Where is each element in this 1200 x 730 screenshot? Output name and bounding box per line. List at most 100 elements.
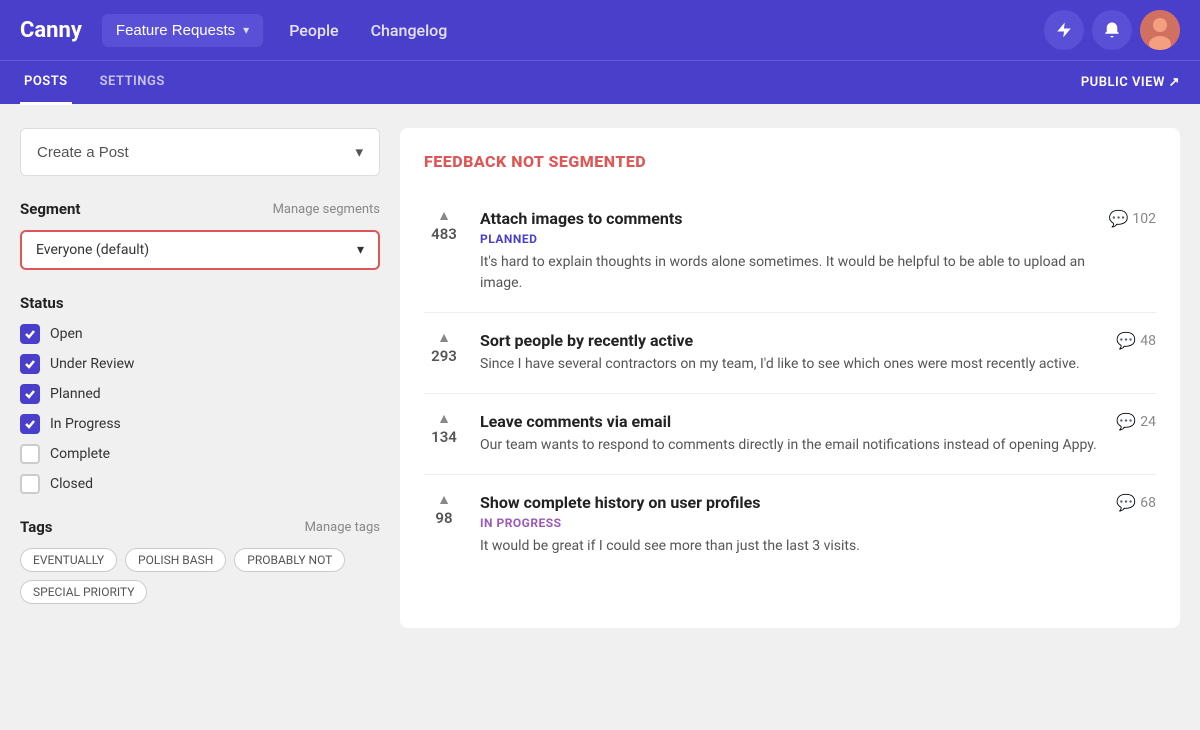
sidebar: Create a Post ▾ Segment Manage segments … — [20, 128, 380, 628]
comment-icon: 💬 — [1108, 209, 1128, 228]
post-item[interactable]: ▲ 98 Show complete history on user profi… — [424, 475, 1156, 575]
lightning-icon-button[interactable] — [1044, 10, 1084, 50]
panel-title: FEEDBACK NOT SEGMENTED — [424, 152, 1156, 171]
segment-chevron-icon: ▾ — [357, 242, 364, 258]
top-nav: Canny Feature Requests ▾ People Changelo… — [0, 0, 1200, 60]
post-item[interactable]: ▲ 483 Attach images to comments PLANNED … — [424, 191, 1156, 313]
status-title: Status — [20, 294, 380, 312]
comment-count: 68 — [1140, 495, 1156, 511]
comment-icon: 💬 — [1116, 331, 1136, 350]
chevron-down-icon: ▾ — [243, 23, 249, 37]
post-body: Attach images to comments PLANNED It's h… — [480, 209, 1092, 294]
app-logo: Canny — [20, 18, 82, 43]
post-description: Our team wants to respond to comments di… — [480, 435, 1100, 456]
upvote-arrow-icon[interactable]: ▲ — [437, 331, 451, 345]
feature-requests-button[interactable]: Feature Requests ▾ — [102, 14, 263, 47]
post-body: Show complete history on user profiles I… — [480, 493, 1100, 557]
vote-block: ▲ 98 — [424, 493, 464, 527]
segment-select[interactable]: Everyone (default) ▾ — [20, 230, 380, 270]
tags-header: Tags Manage tags — [20, 518, 380, 536]
comment-count: 102 — [1132, 211, 1156, 227]
upvote-arrow-icon[interactable]: ▲ — [437, 412, 451, 426]
status-under-review-checkbox[interactable] — [20, 354, 40, 374]
post-description: It would be great if I could see more th… — [480, 536, 1100, 557]
segment-selected-value: Everyone (default) — [36, 242, 149, 258]
status-closed-checkbox[interactable] — [20, 474, 40, 494]
post-description: Since I have several contractors on my t… — [480, 354, 1100, 375]
comment-count: 48 — [1140, 333, 1156, 349]
vote-count: 293 — [431, 347, 457, 365]
vote-count: 483 — [431, 225, 457, 243]
create-post-chevron-icon: ▾ — [355, 143, 363, 161]
post-comments: 💬 68 — [1116, 493, 1156, 512]
post-comments: 💬 24 — [1116, 412, 1156, 431]
tags-section: Tags Manage tags EVENTUALLY POLISH BASH … — [20, 518, 380, 604]
feature-requests-label: Feature Requests — [116, 22, 235, 39]
vote-block: ▲ 483 — [424, 209, 464, 243]
status-closed-row: Closed — [20, 474, 380, 494]
status-open-row: Open — [20, 324, 380, 344]
manage-tags-link[interactable]: Manage tags — [305, 520, 380, 535]
status-under-review-label: Under Review — [50, 356, 134, 372]
post-body: Sort people by recently active Since I h… — [480, 331, 1100, 375]
tags-title: Tags — [20, 518, 53, 536]
segment-title: Segment — [20, 200, 80, 218]
status-complete-row: Complete — [20, 444, 380, 464]
tags-list: EVENTUALLY POLISH BASH PROBABLY NOT SPEC… — [20, 548, 380, 604]
post-title: Show complete history on user profiles — [480, 493, 1100, 512]
main-content: Create a Post ▾ Segment Manage segments … — [0, 104, 1200, 652]
post-title: Leave comments via email — [480, 412, 1100, 431]
sub-nav: POSTS SETTINGS PUBLIC VIEW ↗ — [0, 60, 1200, 104]
avatar-image — [1140, 10, 1180, 50]
post-status: PLANNED — [480, 232, 1092, 246]
manage-segments-link[interactable]: Manage segments — [273, 202, 380, 217]
comment-icon: 💬 — [1116, 412, 1136, 431]
status-open-label: Open — [50, 326, 83, 342]
status-in-progress-label: In Progress — [50, 416, 121, 432]
create-post-button[interactable]: Create a Post ▾ — [20, 128, 380, 176]
status-open-checkbox[interactable] — [20, 324, 40, 344]
status-under-review-row: Under Review — [20, 354, 380, 374]
post-title: Attach images to comments — [480, 209, 1092, 228]
user-avatar[interactable] — [1140, 10, 1180, 50]
tag-polish-bash[interactable]: POLISH BASH — [125, 548, 226, 572]
changelog-nav-link[interactable]: Changelog — [355, 21, 464, 40]
status-in-progress-row: In Progress — [20, 414, 380, 434]
post-body: Leave comments via email Our team wants … — [480, 412, 1100, 456]
post-title: Sort people by recently active — [480, 331, 1100, 350]
status-planned-label: Planned — [50, 386, 101, 402]
settings-tab[interactable]: SETTINGS — [96, 61, 169, 105]
vote-block: ▲ 293 — [424, 331, 464, 365]
post-item[interactable]: ▲ 293 Sort people by recently active Sin… — [424, 313, 1156, 394]
create-post-label: Create a Post — [37, 144, 129, 161]
status-in-progress-checkbox[interactable] — [20, 414, 40, 434]
tag-eventually[interactable]: EVENTUALLY — [20, 548, 117, 572]
segment-section-header: Segment Manage segments — [20, 200, 380, 218]
status-section: Status Open Under Review Planned — [20, 294, 380, 494]
public-view-link[interactable]: PUBLIC VIEW ↗ — [1081, 75, 1180, 90]
tag-probably-not[interactable]: PROBABLY NOT — [234, 548, 345, 572]
post-comments: 💬 102 — [1108, 209, 1156, 228]
people-nav-link[interactable]: People — [273, 21, 354, 40]
vote-count: 134 — [431, 428, 457, 446]
bell-icon-button[interactable] — [1092, 10, 1132, 50]
posts-panel: FEEDBACK NOT SEGMENTED ▲ 483 Attach imag… — [400, 128, 1180, 628]
bell-icon — [1103, 21, 1121, 39]
vote-block: ▲ 134 — [424, 412, 464, 446]
nav-icons — [1044, 10, 1180, 50]
comment-icon: 💬 — [1116, 493, 1136, 512]
post-item[interactable]: ▲ 134 Leave comments via email Our team … — [424, 394, 1156, 475]
status-planned-checkbox[interactable] — [20, 384, 40, 404]
post-status: IN PROGRESS — [480, 516, 1100, 530]
upvote-arrow-icon[interactable]: ▲ — [437, 493, 451, 507]
post-description: It's hard to explain thoughts in words a… — [480, 252, 1092, 294]
status-planned-row: Planned — [20, 384, 380, 404]
vote-count: 98 — [435, 509, 452, 527]
posts-tab[interactable]: POSTS — [20, 61, 72, 105]
lightning-icon — [1055, 21, 1073, 39]
status-complete-checkbox[interactable] — [20, 444, 40, 464]
upvote-arrow-icon[interactable]: ▲ — [437, 209, 451, 223]
tag-special-priority[interactable]: SPECIAL PRIORITY — [20, 580, 147, 604]
status-complete-label: Complete — [50, 446, 110, 462]
post-comments: 💬 48 — [1116, 331, 1156, 350]
